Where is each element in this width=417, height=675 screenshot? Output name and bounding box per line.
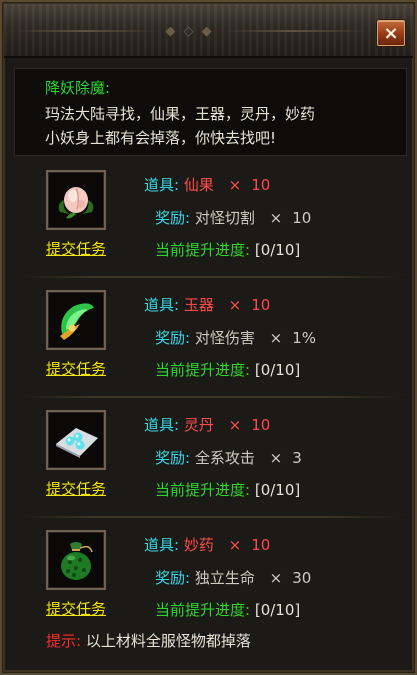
- close-icon: ×: [383, 22, 399, 44]
- reward-label: 奖励:: [155, 209, 191, 227]
- submit-task-link[interactable]: 提交任务: [46, 598, 106, 619]
- item-name: 灵丹: [183, 416, 214, 434]
- times-sign: ×: [228, 536, 242, 554]
- item-label: 道具:: [144, 536, 180, 554]
- times-sign: ×: [269, 209, 283, 227]
- progress-value: [0/10]: [254, 601, 301, 619]
- pill-icon: [56, 428, 98, 458]
- potion-bag-icon: [61, 542, 93, 580]
- submit-task-link[interactable]: 提交任务: [46, 478, 106, 499]
- hint-label: 提示:: [46, 632, 82, 650]
- progress-label: 当前提升进度:: [155, 361, 251, 379]
- progress-label: 当前提升进度:: [155, 601, 251, 619]
- submit-task-link[interactable]: 提交任务: [46, 358, 106, 379]
- quest-title: 降妖除魔:: [45, 79, 111, 97]
- progress-label: 当前提升进度:: [155, 481, 251, 499]
- hint-row: 提示: 以上材料全服怪物都掉落: [46, 630, 251, 651]
- progress-row: 当前提升进度: [0/10]: [155, 359, 300, 380]
- reward-row: 奖励: 对怪伤害 × 1%: [155, 327, 316, 348]
- times-sign: ×: [228, 416, 242, 434]
- progress-row: 当前提升进度: [0/10]: [155, 599, 300, 620]
- progress-value: [0/10]: [254, 481, 301, 499]
- description-line-1: 玛法大陆寻找，仙果，王器，灵丹，妙药: [45, 105, 316, 123]
- reward-row: 奖励: 独立生命 × 30: [155, 567, 311, 588]
- progress-row: 当前提升进度: [0/10]: [155, 239, 300, 260]
- times-sign: ×: [269, 329, 283, 347]
- item-slot[interactable]: [46, 290, 106, 350]
- times-sign: ×: [228, 176, 242, 194]
- reward-name: 对怪伤害: [194, 329, 255, 347]
- reward-quantity: 10: [292, 209, 312, 227]
- reward-name: 对怪切割: [194, 209, 255, 227]
- divider: [14, 276, 407, 278]
- item-quantity: 10: [251, 416, 271, 434]
- reward-row: 奖励: 对怪切割 × 10: [155, 207, 311, 228]
- item-requirement: 道具: 妙药 × 10: [144, 534, 270, 555]
- quest-description: 玛法大陆寻找，仙果，王器，灵丹，妙药 小妖身上都有会掉落，你快去找吧!: [45, 102, 405, 150]
- reward-quantity: 3: [292, 449, 302, 467]
- item-requirement: 道具: 玉器 × 10: [144, 294, 270, 315]
- reward-name: 独立生命: [194, 569, 255, 587]
- title-ornament: ◆ ◇ ◆: [12, 18, 368, 44]
- item-label: 道具:: [144, 176, 180, 194]
- item-name: 玉器: [183, 296, 214, 314]
- progress-value: [0/10]: [254, 241, 301, 259]
- reward-row: 奖励: 全系攻击 × 3: [155, 447, 302, 468]
- submit-task-link[interactable]: 提交任务: [46, 238, 106, 259]
- progress-label: 当前提升进度:: [155, 241, 251, 259]
- divider: [14, 516, 407, 518]
- reward-label: 奖励:: [155, 569, 191, 587]
- item-quantity: 10: [251, 296, 271, 314]
- quest-window: ◆ ◇ ◆ × 降妖除魔: 玛法大陆寻找，仙果，王器，灵丹，妙药 小妖身上都有会…: [0, 0, 417, 675]
- task-row: 道具: 妙药 × 10 奖励: 独立生命 × 30 提交任务 当前提升进度: [0/…: [14, 520, 407, 638]
- item-slot[interactable]: [46, 170, 106, 230]
- jade-wing-icon: [60, 303, 94, 340]
- item-quantity: 10: [251, 536, 271, 554]
- progress-row: 当前提升进度: [0/10]: [155, 479, 300, 500]
- description-line-2: 小妖身上都有会掉落，你快去找吧!: [45, 129, 277, 147]
- item-requirement: 道具: 灵丹 × 10: [144, 414, 270, 435]
- reward-name: 全系攻击: [194, 449, 255, 467]
- task-row: 道具: 灵丹 × 10 奖励: 全系攻击 × 3 提交任务 当前提升进度: [0/1…: [14, 400, 407, 518]
- quest-description-panel: 降妖除魔: 玛法大陆寻找，仙果，王器，灵丹，妙药 小妖身上都有会掉落，你快去找吧…: [14, 68, 407, 156]
- item-slot[interactable]: [46, 530, 106, 590]
- times-sign: ×: [228, 296, 242, 314]
- item-label: 道具:: [144, 296, 180, 314]
- times-sign: ×: [269, 569, 283, 587]
- task-row: 道具: 玉器 × 10 奖励: 对怪伤害 × 1% 提交任务 当前提升进度: [0/…: [14, 280, 407, 398]
- item-requirement: 道具: 仙果 × 10: [144, 174, 270, 195]
- hint-text: 以上材料全服怪物都掉落: [85, 632, 251, 650]
- peach-icon: [58, 187, 94, 219]
- reward-quantity: 1%: [292, 329, 317, 347]
- reward-quantity: 30: [292, 569, 312, 587]
- ornament-glyph: ◆ ◇ ◆: [165, 23, 214, 39]
- reward-label: 奖励:: [155, 329, 191, 347]
- item-slot[interactable]: [46, 410, 106, 470]
- task-row: 道具: 仙果 × 10 奖励: 对怪切割 × 10 提交任务 当前提升进度: [0/…: [14, 160, 407, 278]
- progress-value: [0/10]: [254, 361, 301, 379]
- reward-label: 奖励:: [155, 449, 191, 467]
- divider: [14, 396, 407, 398]
- item-label: 道具:: [144, 416, 180, 434]
- item-name: 仙果: [183, 176, 214, 194]
- times-sign: ×: [269, 449, 283, 467]
- title-bar[interactable]: ◆ ◇ ◆ ×: [4, 4, 413, 58]
- close-button[interactable]: ×: [377, 20, 405, 46]
- item-quantity: 10: [251, 176, 271, 194]
- item-name: 妙药: [183, 536, 214, 554]
